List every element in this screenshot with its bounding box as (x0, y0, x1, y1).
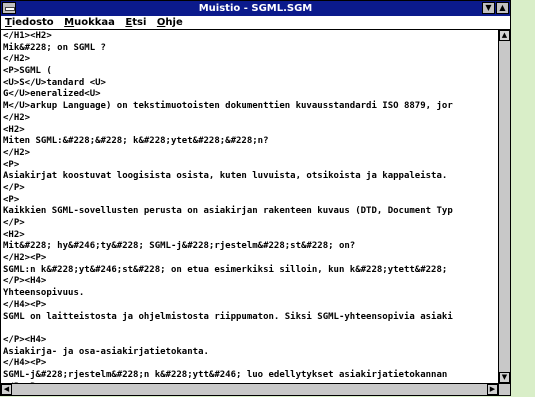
text-line: <U>S</U>tandard <U> (3, 77, 106, 88)
scroll-down-button[interactable]: ▼ (499, 372, 510, 383)
text-line: </P> (3, 182, 25, 193)
text-line: </H2> (3, 112, 31, 123)
text-line: Asiakirja- ja osa-asiakirjatietokanta. (3, 346, 209, 357)
scrollbar-corner (498, 383, 510, 395)
text-line: Mik&#228; on SGML ? (3, 42, 106, 53)
text-line: <P> (3, 194, 20, 205)
text-line: </P><H4> (3, 334, 47, 345)
text-line: Yhteensopivuus. (3, 288, 85, 299)
menu-edit[interactable]: Muokkaa (64, 16, 115, 29)
text-line: </H2> (3, 54, 31, 65)
text-line: <P> (3, 159, 20, 170)
menu-help[interactable]: Ohje (157, 16, 183, 29)
notepad-window: Muistio - SGML.SGM ▼ ▲ Tiedosto Muokkaa … (0, 0, 511, 396)
text-line: SGML on laitteistosta ja ohjelmistosta r… (3, 311, 453, 322)
vertical-scrollbar[interactable]: ▲ ▼ (498, 30, 510, 383)
text-line: </P><H4> (3, 276, 47, 287)
text-line: M</U>arkup Language) on tekstimuotoisten… (3, 101, 453, 112)
menu-file[interactable]: Tiedosto (5, 16, 54, 29)
menu-file-label: iedosto (11, 17, 54, 28)
window-title: Muistio - SGML.SGM (198, 3, 313, 14)
text-line: Miten SGML:&#228;&#228; k&#228;ytet&#228… (3, 136, 269, 147)
scroll-up-button[interactable]: ▲ (499, 30, 510, 41)
text-line: SGML-j&#228;rjestelm&#228;n k&#228;ytt&#… (3, 369, 448, 380)
minimize-button[interactable]: ▼ (482, 2, 495, 14)
text-line: SGML:n k&#228;yt&#246;st&#228; on etua e… (3, 264, 448, 275)
text-editor-area[interactable]: </H1><H2> Mik&#228; on SGML ? </H2> <P>SGML… (3, 31, 497, 385)
menu-file-accel: T (5, 17, 12, 28)
menu-search[interactable]: Etsi (125, 16, 146, 29)
text-line (3, 323, 497, 335)
text-line: </H4><P> (3, 358, 47, 369)
scroll-right-button[interactable]: ▶ (487, 384, 498, 395)
menu-edit-label: uokkaa (74, 17, 115, 28)
text-line: Asiakirjat koostuvat loogisista osista, … (3, 171, 448, 182)
title-bar[interactable]: Muistio - SGML.SGM ▼ ▲ (1, 1, 510, 17)
menu-edit-accel: M (64, 17, 75, 28)
menu-help-label: hje (165, 17, 183, 28)
horizontal-scrollbar[interactable]: ◀ ▶ (1, 383, 498, 395)
text-line: </P> (3, 218, 25, 228)
menu-search-label: tsi (132, 17, 147, 28)
text-line: </H1><H2> (3, 31, 52, 41)
text-line: Kaikkien SGML-sovellusten perusta on asi… (3, 206, 453, 217)
text-line: Mit&#228; hy&#246;ty&#228; SGML-j&#228;r… (3, 241, 356, 252)
text-line: </H2> (3, 147, 31, 158)
text-line: <P>SGML ( (3, 66, 52, 77)
text-line: </H2><P> (3, 253, 47, 264)
maximize-button[interactable]: ▲ (496, 2, 509, 14)
scroll-left-button[interactable]: ◀ (1, 384, 12, 395)
text-line: G</U>eneralized<U> (3, 89, 101, 100)
text-line: </H4><P> (3, 299, 47, 310)
text-line: <H2> (3, 229, 25, 240)
menu-bar: Tiedosto Muokkaa Etsi Ohje (1, 16, 510, 30)
text-line: <H2> (3, 124, 25, 135)
